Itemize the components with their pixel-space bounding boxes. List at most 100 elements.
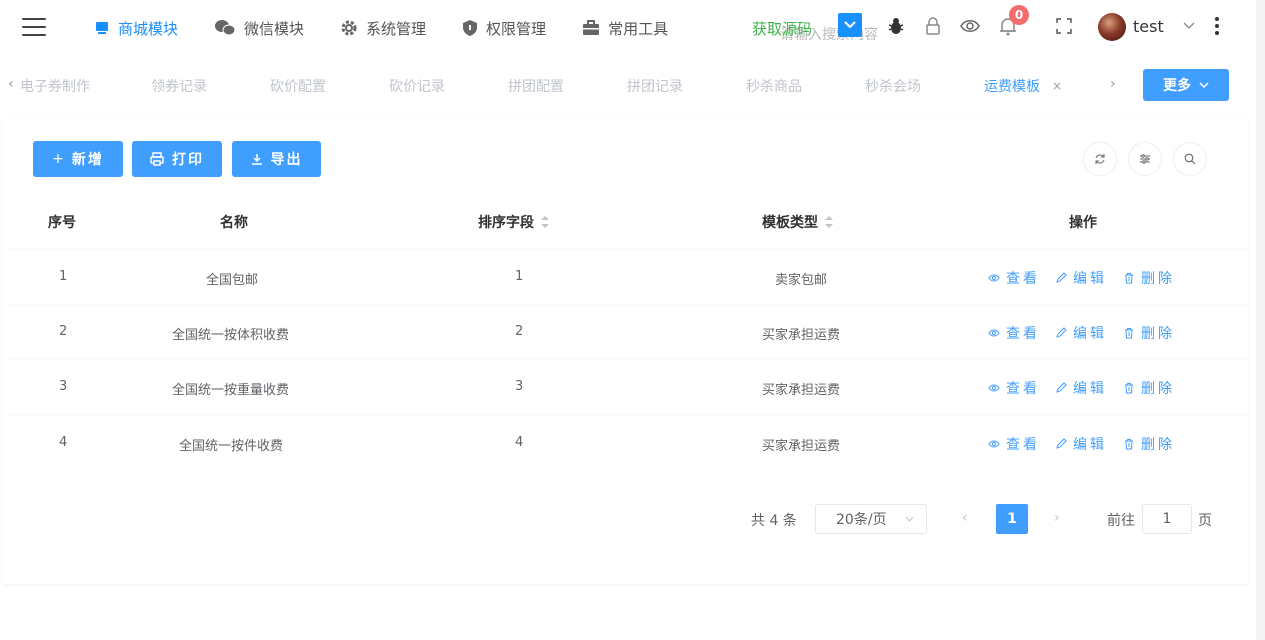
column-header-sort[interactable]: 排序字段 xyxy=(478,212,550,232)
search-dropdown-button[interactable] xyxy=(838,13,862,37)
sort-caret-icon[interactable] xyxy=(824,215,834,229)
tab-seckill-venue[interactable]: 秒杀会场 xyxy=(865,76,921,96)
column-header-type[interactable]: 模板类型 xyxy=(762,212,834,232)
trash-icon xyxy=(1123,438,1135,450)
tab-bargain-records[interactable]: 砍价记录 xyxy=(389,76,445,96)
edit-action[interactable]: 编辑 xyxy=(1055,378,1107,398)
page-scrollbar[interactable] xyxy=(1256,0,1265,640)
delete-action[interactable]: 删除 xyxy=(1123,434,1175,454)
table-cell-index: 2 xyxy=(59,324,68,339)
more-tabs-button[interactable]: 更多 xyxy=(1143,69,1229,101)
tab-group-records[interactable]: 拼团记录 xyxy=(627,76,683,96)
tab-bargain-config[interactable]: 砍价配置 xyxy=(270,76,326,96)
page-size-select[interactable]: 20条/页 xyxy=(815,504,927,534)
print-button[interactable]: 打印 xyxy=(132,141,222,177)
lock-icon[interactable] xyxy=(923,16,943,36)
hamburger-menu-icon[interactable] xyxy=(22,18,46,38)
refresh-icon[interactable] xyxy=(1083,142,1117,176)
export-button[interactable]: 导出 xyxy=(232,141,321,177)
view-label: 查看 xyxy=(1006,381,1040,397)
delete-label: 删除 xyxy=(1141,326,1175,342)
trash-icon xyxy=(1123,382,1135,394)
source-code-link[interactable]: 获取源码 xyxy=(752,18,812,39)
add-button[interactable]: + 新增 xyxy=(33,141,123,177)
tabs-scroll-left-icon[interactable]: ‹ xyxy=(8,76,14,92)
printer-icon xyxy=(150,152,164,166)
edit-action[interactable]: 编辑 xyxy=(1055,268,1107,288)
briefcase-icon xyxy=(583,20,600,35)
view-action[interactable]: 查看 xyxy=(988,323,1040,343)
eye-icon[interactable] xyxy=(960,16,980,36)
pagination-total: 共 4 条 xyxy=(751,513,797,529)
column-settings-icon[interactable] xyxy=(1128,142,1162,176)
add-label: 新增 xyxy=(71,152,104,168)
trash-icon xyxy=(1123,327,1135,339)
avatar[interactable] xyxy=(1098,13,1126,41)
chevron-down-icon xyxy=(905,516,913,522)
view-label: 查看 xyxy=(1006,437,1040,453)
delete-action[interactable]: 删除 xyxy=(1123,268,1175,288)
edit-label: 编辑 xyxy=(1073,437,1107,453)
delete-label: 删除 xyxy=(1141,437,1175,453)
table-cell-index: 1 xyxy=(59,269,68,284)
delete-label: 删除 xyxy=(1141,271,1175,287)
view-action[interactable]: 查看 xyxy=(988,378,1040,398)
view-action[interactable]: 查看 xyxy=(988,268,1040,288)
tab-coupon-create[interactable]: 电子券制作 xyxy=(20,76,92,96)
tab-close-icon[interactable]: × xyxy=(1052,79,1062,93)
prev-page-icon[interactable]: ‹ xyxy=(962,510,968,526)
menu-item-mall[interactable]: 商城模块 xyxy=(94,18,178,39)
page-number-current[interactable]: 1 xyxy=(996,504,1028,534)
tab-seckill-goods[interactable]: 秒杀商品 xyxy=(746,76,802,96)
search-icon[interactable] xyxy=(1173,142,1207,176)
table-cell-name: 全国包邮 xyxy=(206,273,259,288)
menu-item-label: 商城模块 xyxy=(118,19,179,38)
edit-label: 编辑 xyxy=(1073,326,1107,342)
delete-action[interactable]: 删除 xyxy=(1123,378,1175,398)
bug-icon[interactable] xyxy=(886,16,906,36)
monitor-icon xyxy=(96,22,108,34)
table-cell-sort: 4 xyxy=(515,435,524,450)
tab-coupon-records[interactable]: 领券记录 xyxy=(151,76,207,96)
tab-shipping-template[interactable]: 运费模板 xyxy=(984,76,1040,96)
view-action[interactable]: 查看 xyxy=(988,434,1040,454)
tab-group-config[interactable]: 拼团配置 xyxy=(508,76,564,96)
content-card xyxy=(3,118,1248,584)
goto-prefix: 前往 xyxy=(1107,513,1135,529)
menu-item-tools[interactable]: 常用工具 xyxy=(582,18,668,39)
menu-item-wechat[interactable]: 微信模块 xyxy=(214,18,304,39)
menu-item-system[interactable]: 系统管理 xyxy=(340,18,426,39)
eye-icon xyxy=(988,273,1000,283)
table-cell-sort: 3 xyxy=(515,379,524,394)
column-header-type-label: 模板类型 xyxy=(762,215,818,231)
menu-item-label: 权限管理 xyxy=(486,19,547,38)
shield-icon xyxy=(463,20,478,36)
tags-view-bar: ‹ 电子券制作 领券记录 砍价配置 砍价记录 拼团配置 拼团记录 秒杀商品 秒杀… xyxy=(0,58,1250,112)
top-navbar: 商城模块 微信模块 系统管理 权限管理 常用工具 请输入搜索内容 获取源码 0 xyxy=(0,0,1265,56)
menu-item-label: 微信模块 xyxy=(244,19,305,38)
eye-icon xyxy=(988,383,1000,393)
next-page-icon[interactable]: › xyxy=(1054,510,1060,526)
tabs-scroll-right-icon[interactable]: › xyxy=(1110,76,1116,92)
notification-badge: 0 xyxy=(1009,5,1029,25)
row-divider xyxy=(3,304,1248,305)
user-chevron-down-icon[interactable] xyxy=(1179,16,1199,36)
edit-icon xyxy=(1055,438,1067,450)
row-divider xyxy=(3,359,1248,360)
delete-action[interactable]: 删除 xyxy=(1123,323,1175,343)
more-vertical-icon[interactable] xyxy=(1207,16,1227,36)
menu-item-permission[interactable]: 权限管理 xyxy=(462,18,546,39)
fullscreen-icon[interactable] xyxy=(1054,16,1074,36)
table-cell-index: 3 xyxy=(59,379,68,394)
goto-page-input[interactable]: 1 xyxy=(1142,504,1192,534)
username[interactable]: test xyxy=(1133,17,1164,36)
column-header-index: 序号 xyxy=(48,215,76,231)
eye-icon xyxy=(988,328,1000,338)
menu-item-label: 常用工具 xyxy=(608,19,669,38)
edit-action[interactable]: 编辑 xyxy=(1055,323,1107,343)
wechat-icon xyxy=(215,20,236,36)
table-cell-type: 买家承担运费 xyxy=(762,328,841,343)
sort-caret-icon[interactable] xyxy=(540,215,550,229)
edit-action[interactable]: 编辑 xyxy=(1055,434,1107,454)
table-cell-type: 买家承担运费 xyxy=(762,383,841,398)
